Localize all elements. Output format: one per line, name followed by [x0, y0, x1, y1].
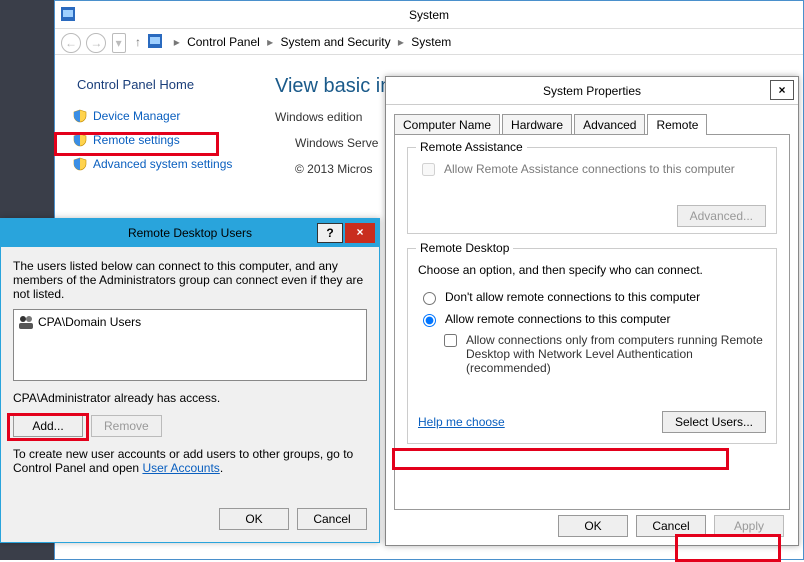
group-legend: Remote Assistance: [416, 140, 527, 154]
link-label: Remote settings: [93, 133, 180, 147]
radio-input[interactable]: [423, 314, 436, 327]
window-title-bar[interactable]: System: [55, 1, 803, 29]
nav-back-button[interactable]: ←: [61, 33, 81, 53]
cancel-button[interactable]: Cancel: [636, 515, 706, 537]
footer-text: To create new user accounts or add users…: [13, 447, 367, 475]
link-label: Device Manager: [93, 109, 180, 123]
breadcrumb-bar: ← → ▾ ↑ ▸ Control Panel ▸ System and Sec…: [55, 29, 803, 55]
checkbox-label: Allow Remote Assistance connections to t…: [444, 162, 735, 176]
checkbox-input[interactable]: [422, 163, 435, 176]
apply-button[interactable]: Apply: [714, 515, 784, 537]
checkbox-input[interactable]: [444, 334, 457, 347]
up-icon[interactable]: ↑: [131, 35, 145, 49]
checkbox-label: Allow connections only from computers ru…: [466, 333, 766, 375]
tab-advanced[interactable]: Advanced: [574, 114, 645, 135]
users-icon: [18, 314, 34, 330]
tab-strip: Computer Name Hardware Advanced Remote: [394, 113, 790, 134]
radio-label: Allow remote connections to this compute…: [445, 312, 670, 326]
deny-remote-radio[interactable]: Don't allow remote connections to this c…: [418, 289, 766, 305]
help-button[interactable]: ?: [317, 223, 343, 243]
control-panel-home-link[interactable]: Control Panel Home: [67, 77, 265, 104]
breadcrumb-seg-system[interactable]: System: [411, 35, 451, 49]
ok-button[interactable]: OK: [558, 515, 628, 537]
radio-label: Don't allow remote connections to this c…: [445, 290, 700, 304]
cancel-button[interactable]: Cancel: [297, 508, 367, 530]
dialog-button-row: OK Cancel Apply: [386, 515, 798, 537]
dialog-title-bar[interactable]: System Properties ×: [386, 77, 798, 105]
nav-forward-button[interactable]: →: [86, 33, 106, 53]
breadcrumb-seg-control-panel[interactable]: Control Panel: [187, 35, 260, 49]
edition-label: Windows edition: [275, 110, 385, 124]
remote-assistance-group: Remote Assistance Allow Remote Assistanc…: [407, 147, 777, 234]
remote-settings-link[interactable]: Remote settings: [67, 128, 265, 152]
nla-checkbox[interactable]: Allow connections only from computers ru…: [440, 333, 766, 375]
list-item[interactable]: CPA\Domain Users: [18, 314, 362, 330]
device-manager-link[interactable]: Device Manager: [67, 104, 265, 128]
link-label: Advanced system settings: [93, 157, 232, 171]
add-button[interactable]: Add...: [13, 415, 83, 437]
shield-icon: [73, 109, 87, 123]
nav-dropdown-button[interactable]: ▾: [112, 33, 126, 53]
remote-desktop-group: Remote Desktop Choose an option, and the…: [407, 248, 777, 444]
choose-text: Choose an option, and then specify who c…: [418, 263, 766, 277]
shield-icon: [73, 157, 87, 171]
system-properties-dialog: System Properties × Computer Name Hardwa…: [385, 76, 799, 546]
system-icon: [61, 7, 75, 21]
shield-icon: [73, 133, 87, 147]
user-accounts-link[interactable]: User Accounts: [142, 461, 219, 475]
radio-input[interactable]: [423, 292, 436, 305]
chevron-right-icon: ▸: [394, 35, 408, 49]
description-text: The users listed below can connect to th…: [13, 259, 367, 301]
select-users-button[interactable]: Select Users...: [662, 411, 766, 433]
breadcrumb-seg-system-security[interactable]: System and Security: [281, 35, 391, 49]
system-icon: [148, 34, 162, 48]
ok-button[interactable]: OK: [219, 508, 289, 530]
close-button[interactable]: ×: [345, 223, 375, 243]
group-legend: Remote Desktop: [416, 241, 513, 255]
window-title: System: [409, 8, 449, 22]
dialog-title: System Properties: [543, 84, 641, 98]
list-item-label: CPA\Domain Users: [38, 315, 141, 329]
dialog-title-bar[interactable]: Remote Desktop Users ? ×: [1, 219, 379, 247]
help-me-choose-link[interactable]: Help me choose: [418, 415, 505, 429]
allow-remote-assistance-checkbox[interactable]: Allow Remote Assistance connections to t…: [418, 162, 766, 179]
users-listbox[interactable]: CPA\Domain Users: [13, 309, 367, 381]
advanced-system-settings-link[interactable]: Advanced system settings: [67, 152, 265, 176]
advanced-button[interactable]: Advanced...: [677, 205, 766, 227]
chevron-right-icon: ▸: [170, 35, 184, 49]
tab-remote[interactable]: Remote: [647, 114, 707, 135]
already-has-access-text: CPA\Administrator already has access.: [13, 391, 367, 405]
tab-computer-name[interactable]: Computer Name: [394, 114, 500, 135]
chevron-right-icon: ▸: [263, 35, 277, 49]
tab-hardware[interactable]: Hardware: [502, 114, 572, 135]
dialog-title: Remote Desktop Users: [128, 226, 252, 240]
remove-button[interactable]: Remove: [91, 415, 162, 437]
allow-remote-radio[interactable]: Allow remote connections to this compute…: [418, 311, 766, 327]
remote-tab-pane: Remote Assistance Allow Remote Assistanc…: [394, 134, 790, 510]
remote-desktop-users-dialog: Remote Desktop Users ? × The users liste…: [0, 218, 380, 543]
close-button[interactable]: ×: [770, 80, 794, 100]
sidebar: Control Panel Home Device Manager Remote…: [55, 57, 265, 176]
